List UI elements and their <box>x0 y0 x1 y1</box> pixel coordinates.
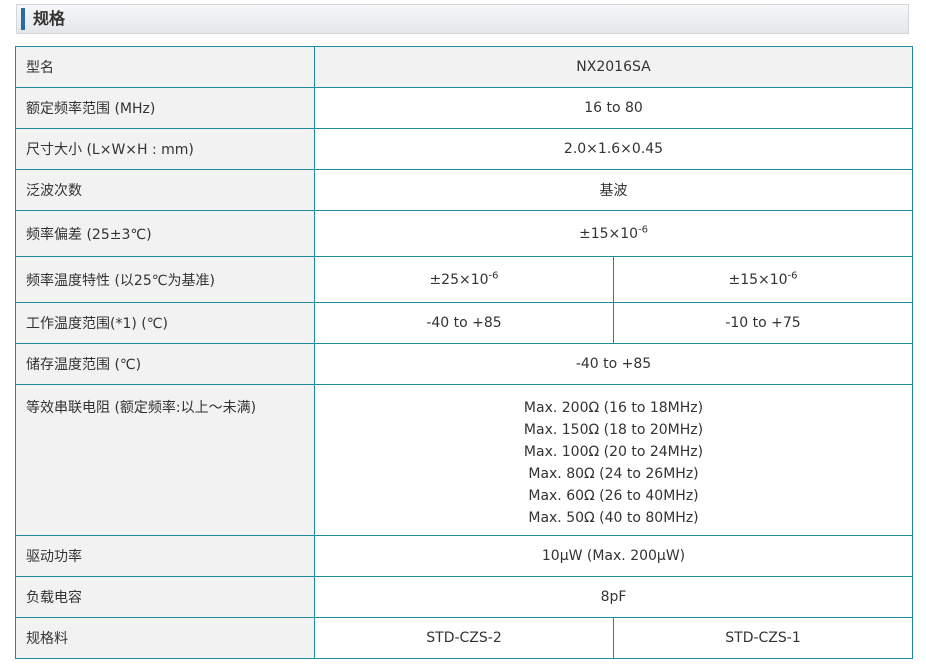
row-label: 额定频率范围 (MHz) <box>15 87 315 129</box>
value-base: ±15×10 <box>578 225 639 242</box>
esr-line: Max. 50Ω (40 to 80MHz) <box>528 510 699 526</box>
row-label: 储存温度范围 (℃) <box>15 343 315 385</box>
row-value: 2.0×1.6×0.45 <box>313 128 914 170</box>
table-row-drive-level: 驱动功率 10μW (Max. 200μW) <box>15 535 914 577</box>
row-value: -40 to +85 <box>313 343 914 385</box>
row-value: 10μW (Max. 200μW) <box>313 535 914 577</box>
section-accent-bar <box>21 8 25 30</box>
table-row-model: 型名 NX2016SA <box>15 46 914 88</box>
row-label: 等效串联电阻 (额定频率:以上～未满) <box>15 384 315 536</box>
row-value-col2: STD-CZS-1 <box>612 617 914 659</box>
value-base: ±25×10 <box>429 271 489 288</box>
row-label: 工作温度范围(*1) (℃) <box>15 302 315 344</box>
table-row-size: 尺寸大小 (L×W×H : mm) 2.0×1.6×0.45 <box>15 128 914 170</box>
row-value-col2: -10 to +75 <box>612 302 914 344</box>
row-value: 8pF <box>313 576 914 618</box>
row-value: NX2016SA <box>313 46 914 88</box>
table-row-load-cap: 负载电容 8pF <box>15 576 914 618</box>
esr-line: Max. 60Ω (26 to 40MHz) <box>528 488 699 504</box>
row-label: 驱动功率 <box>15 535 315 577</box>
row-value-col1: -40 to +85 <box>314 302 614 344</box>
value-exponent: -6 <box>488 269 499 281</box>
esr-line: Max. 200Ω (16 to 18MHz) <box>523 400 704 416</box>
table-row-freq-range: 额定频率范围 (MHz) 16 to 80 <box>15 87 914 129</box>
value-exponent: -6 <box>638 223 649 235</box>
section-title: 规格 <box>33 9 66 28</box>
value-base: ±15×10 <box>728 271 788 288</box>
table-row-overtone: 泛波次数 基波 <box>15 169 914 211</box>
row-label: 尺寸大小 (L×W×H : mm) <box>15 128 315 170</box>
esr-line: Max. 100Ω (20 to 24MHz) <box>523 444 704 460</box>
table-row-op-temp: 工作温度范围(*1) (℃) -40 to +85 -10 to +75 <box>15 302 914 344</box>
row-value: 16 to 80 <box>313 87 914 129</box>
table-row-spec-no: 规格料 STD-CZS-2 STD-CZS-1 <box>15 617 914 659</box>
table-row-storage-temp: 储存温度范围 (℃) -40 to +85 <box>15 343 914 385</box>
table-row-freq-temp: 频率温度特性 (以25℃为基准) ±25×10-6 ±15×10-6 <box>15 256 914 303</box>
row-label: 负载电容 <box>15 576 315 618</box>
row-value: ±15×10-6 <box>313 210 914 257</box>
row-value-col1: STD-CZS-2 <box>314 617 614 659</box>
row-label: 频率温度特性 (以25℃为基准) <box>15 256 315 303</box>
table-row-esr: 等效串联电阻 (额定频率:以上～未满) Max. 200Ω (16 to 18M… <box>15 384 914 536</box>
table-row-freq-tolerance: 频率偏差 (25±3℃) ±15×10-6 <box>15 210 914 257</box>
row-label: 泛波次数 <box>15 169 315 211</box>
row-value: 基波 <box>313 169 914 211</box>
row-label: 型名 <box>15 46 315 88</box>
value-exponent: -6 <box>787 269 798 281</box>
row-value-col1: ±25×10-6 <box>314 256 614 303</box>
row-label: 规格料 <box>15 617 315 659</box>
esr-line: Max. 150Ω (18 to 20MHz) <box>523 422 704 438</box>
spec-table: 型名 NX2016SA 额定频率范围 (MHz) 16 to 80 尺寸大小 (… <box>15 46 914 659</box>
row-label: 频率偏差 (25±3℃) <box>15 210 315 257</box>
row-value-col2: ±15×10-6 <box>612 256 914 303</box>
row-value: Max. 200Ω (16 to 18MHz) Max. 150Ω (18 to… <box>313 384 914 536</box>
esr-line: Max. 80Ω (24 to 26MHz) <box>528 466 699 482</box>
section-header: 规格 <box>16 4 909 34</box>
